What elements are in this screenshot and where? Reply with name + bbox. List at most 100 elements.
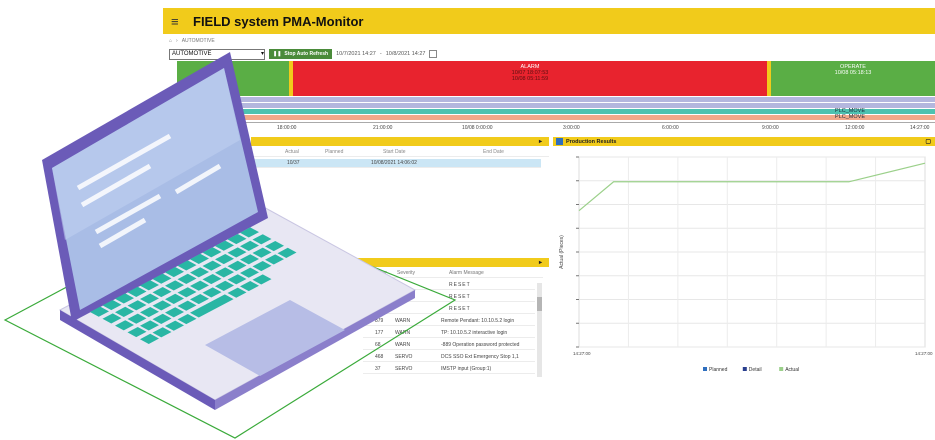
alarm-num: 879 <box>375 318 384 324</box>
production-table-header: ▸ <box>251 137 549 146</box>
alarm-end: 10/08 05:11:59 <box>511 76 549 82</box>
production-results-chart: Actual (Pieces) 14:27:00 14:27:00 Planned De… <box>559 156 933 373</box>
production-table: Actual Planned Start Date End Date 10/37… <box>251 148 549 258</box>
list-item[interactable]: 177 WARN TP: 10.10.5.2 interactive login <box>363 329 535 338</box>
legend-swatch <box>779 367 784 371</box>
alarm-sev: SERVO <box>395 366 413 372</box>
alarm-sev: WARN <box>395 318 411 324</box>
stage: ≡ FIELD system PMA-Monitor ⌂ › AUTOMOTIV… <box>0 0 935 440</box>
alarm-sev: SERVO <box>395 354 413 360</box>
app-title: FIELD system PMA-Monitor <box>193 13 364 29</box>
lane-blue-2[interactable] <box>177 103 935 108</box>
screen-line <box>76 133 172 191</box>
alarm-msg: RESET <box>449 306 471 312</box>
key <box>140 333 159 344</box>
timeline-segment-operate-early[interactable] <box>177 61 289 96</box>
alarm-msg: DCS SSO Ext Emergency Stop 1,1 <box>441 354 519 360</box>
list-item[interactable]: RESET <box>363 293 535 302</box>
date-from[interactable]: 10/7/2021 14:27 <box>336 51 376 57</box>
timeline-segment-alarm[interactable]: ALARM 10/07 18:07:53 10/08 05:11:59 <box>293 61 767 96</box>
lane-plc-move-2[interactable]: PLC_MOVE <box>177 114 935 120</box>
key <box>102 299 122 311</box>
screen-line <box>94 193 162 235</box>
expand-icon-2[interactable]: ▸ <box>539 259 542 266</box>
list-item[interactable]: 37 SERVO IMSTP input (Group:1) <box>363 365 535 374</box>
alarm-sev: WARN <box>395 330 411 336</box>
key <box>127 313 147 324</box>
alarm-msg: RESET <box>449 282 471 288</box>
menu-icon[interactable]: ≡ <box>171 14 191 29</box>
date-separator: - <box>379 51 382 57</box>
list-item[interactable]: 68 WARN -889 Operation password protected <box>363 341 535 350</box>
col-message: Alarm Message <box>449 270 484 276</box>
app-header: ≡ FIELD system PMA-Monitor <box>163 8 935 34</box>
list-item[interactable]: 879 WARN Remote Pendant: 10.10.5.2 login <box>363 317 535 326</box>
calendar-icon[interactable] <box>429 50 438 58</box>
date-to[interactable]: 10/8/2021 14:27 <box>386 51 426 57</box>
cell-actual: 10/37 <box>287 160 300 166</box>
status-timeline: ALARM 10/07 18:07:53 10/08 05:11:59 OPER… <box>177 61 935 96</box>
app-window: ≡ FIELD system PMA-Monitor ⌂ › AUTOMOTIV… <box>163 8 935 380</box>
axis-tick: 12:00:00 <box>845 125 865 131</box>
maximize-icon[interactable]: ▢ <box>925 138 931 145</box>
toolbar: AUTOMOTIVE ▾ ❚❚ Stop Auto Refresh 10/7/2… <box>169 48 438 60</box>
line-select[interactable]: AUTOMOTIVE ▾ <box>169 48 265 60</box>
key <box>115 306 134 317</box>
stop-auto-refresh-label: Stop Auto Refresh <box>284 51 329 57</box>
col-severity: Severity <box>397 270 416 276</box>
alarm-table-header: ▸ <box>338 258 549 267</box>
stop-auto-refresh-button[interactable]: ❚❚ Stop Auto Refresh <box>269 49 333 59</box>
breadcrumb-item[interactable]: AUTOMOTIVE <box>182 38 215 44</box>
legend-swatch <box>703 367 707 371</box>
timeline-axis: 18:00:00 21:00:00 10/08 0:00:00 3:00:00 … <box>177 122 935 132</box>
x-tick-label: 14:27:00 <box>573 351 591 356</box>
screen-line <box>98 217 147 249</box>
home-icon[interactable]: ⌂ <box>169 38 172 44</box>
key <box>115 320 134 331</box>
key <box>140 306 159 318</box>
axis-tick: 3:00:00 <box>563 125 580 131</box>
pause-icon: ❚❚ <box>273 51 282 57</box>
timeline-lanes: PLC_MOVE PLC_MOVE <box>177 97 935 121</box>
col-planned: Planned <box>325 149 344 155</box>
lane-plc-move-label-2: PLC_MOVE <box>835 114 865 120</box>
breadcrumb: ⌂ › AUTOMOTIVE <box>169 38 215 44</box>
table-row[interactable]: 10/37 10/08/2021 14:06:02 <box>251 159 541 168</box>
cell-start: 10/08/2021 14:06:02 <box>371 160 417 166</box>
alarm-num: 68 <box>375 342 381 348</box>
alarm-msg: Remote Pendant: 10.10.5.2 login <box>441 318 515 324</box>
key <box>127 300 147 311</box>
alarm-msg: RESET <box>449 294 471 300</box>
timeline-segment-operate[interactable]: OPERATE 10/08 05:18:13 <box>771 61 935 96</box>
alarm-msg: IMSTP input (Group:1) <box>441 366 492 372</box>
axis-tick: 6:00:00 <box>662 125 679 131</box>
scrollbar[interactable] <box>537 283 542 377</box>
legend-swatch <box>742 367 747 371</box>
col-actual: Actual <box>285 149 299 155</box>
x-tick-label: 14:27:00 <box>915 351 933 356</box>
legend-label: Actual <box>785 367 799 373</box>
list-item[interactable]: RESET <box>363 305 535 314</box>
key <box>90 306 109 317</box>
chart-icon <box>556 138 563 145</box>
lane-plc-move[interactable]: PLC_MOVE <box>177 108 935 114</box>
scrollbar-thumb[interactable] <box>537 297 542 311</box>
key <box>140 320 159 331</box>
expand-icon[interactable]: ▸ <box>539 138 542 145</box>
col-start-date: Start Date <box>383 149 406 155</box>
list-item[interactable]: RESET <box>363 281 535 290</box>
key <box>140 280 159 291</box>
production-results-header: Production Results ▢ <box>553 137 935 146</box>
key <box>127 286 147 297</box>
col-number: Number <box>369 270 387 276</box>
legend-label: Planned <box>709 367 728 373</box>
line-select-value: AUTOMOTIVE <box>172 50 212 57</box>
screen-line <box>80 163 152 208</box>
key <box>115 293 134 304</box>
list-item[interactable]: 468 SERVO DCS SSO Ext Emergency Stop 1,1 <box>363 353 535 362</box>
legend-label: Detail <box>749 367 762 373</box>
lane-blue[interactable] <box>177 97 935 102</box>
alarm-msg: TP: 10.10.5.2 interactive login <box>441 330 508 336</box>
key <box>127 326 147 338</box>
production-results-title: Production Results <box>566 138 617 145</box>
